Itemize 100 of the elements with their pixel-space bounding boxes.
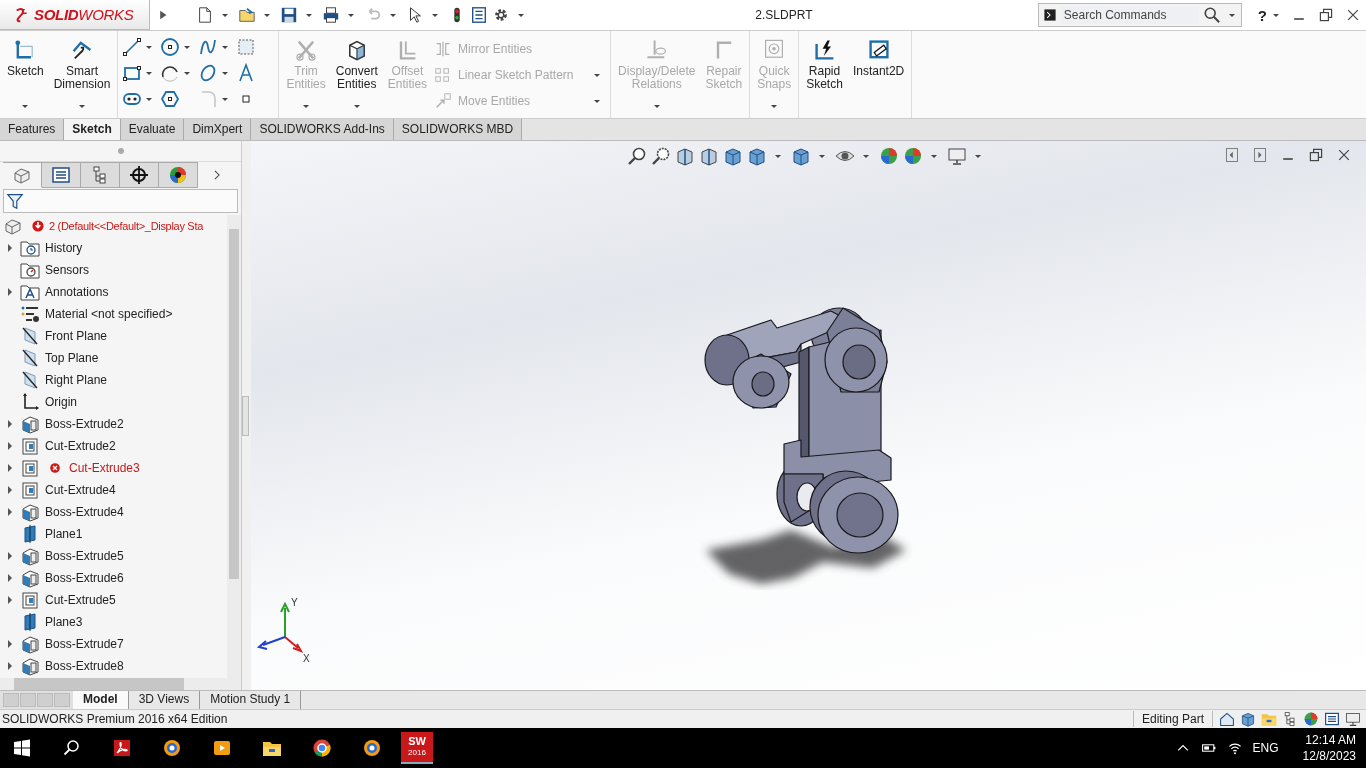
section-icon[interactable] (699, 146, 719, 166)
cube-icon[interactable] (747, 146, 767, 166)
solidworks-taskbar-button[interactable]: SW 2016 (401, 732, 433, 764)
caret-icon[interactable] (432, 13, 438, 17)
caret-icon[interactable] (775, 154, 781, 158)
tree-item[interactable]: Right Plane (45, 373, 108, 387)
sphere-icon[interactable] (903, 146, 923, 166)
chrome-icon[interactable] (312, 738, 332, 758)
tree-item[interactable]: Material <not specified> (45, 307, 173, 321)
status-icon[interactable] (1345, 711, 1361, 727)
caret-icon[interactable] (1228, 13, 1235, 17)
ribbon-button[interactable]: Instant2D (849, 34, 908, 114)
panel-tab[interactable] (159, 162, 198, 188)
search-icon[interactable] (62, 738, 82, 758)
status-icon[interactable] (1303, 711, 1319, 727)
caret-icon[interactable] (931, 154, 937, 158)
sphere-icon[interactable] (879, 146, 899, 166)
browser-icon[interactable] (362, 738, 382, 758)
tree-item[interactable]: Annotations (45, 285, 109, 299)
tree-item[interactable]: Plane3 (45, 615, 83, 629)
settings-icon[interactable] (492, 6, 510, 24)
tree-item[interactable]: History (45, 241, 83, 255)
tree-item[interactable]: Boss-Extrude8 (45, 659, 124, 673)
tree-item[interactable]: Boss-Extrude5 (45, 549, 124, 563)
vertical-scrollbar[interactable] (227, 215, 241, 678)
close-icon[interactable] (1345, 7, 1361, 23)
expand-arrow-icon[interactable] (8, 508, 12, 516)
tree-item[interactable]: Boss-Extrude7 (45, 637, 124, 651)
windows-icon[interactable] (12, 738, 32, 758)
status-icon[interactable] (1240, 711, 1256, 727)
restore-icon[interactable] (1308, 147, 1324, 163)
monitor-icon[interactable] (947, 146, 967, 166)
help-button[interactable]: ? (1251, 6, 1269, 24)
tree-item[interactable]: Cut-Extrude4 (45, 483, 116, 497)
restore-icon[interactable] (1318, 7, 1334, 23)
tree-item[interactable]: Top Plane (45, 351, 99, 365)
expand-arrow-icon[interactable] (8, 552, 12, 560)
splitter-handle[interactable] (242, 395, 249, 436)
ribbon-button[interactable]: Smart Dimension (50, 34, 114, 114)
ribbon-button[interactable]: Convert Entities (332, 34, 381, 114)
language-indicator[interactable]: ENG (1252, 741, 1279, 755)
command-tab[interactable]: SOLIDWORKS Add-Ins (251, 119, 394, 140)
panel-left-icon[interactable] (1224, 147, 1240, 163)
file-icon[interactable] (196, 6, 214, 24)
expand-arrow-icon[interactable] (8, 486, 12, 494)
status-icon[interactable] (1324, 711, 1340, 727)
status-icon[interactable] (1282, 711, 1298, 727)
search-icon[interactable] (1202, 6, 1221, 24)
panel-right-icon[interactable] (1252, 147, 1268, 163)
caret-icon[interactable] (975, 154, 981, 158)
cube-icon[interactable] (723, 146, 743, 166)
tree-item[interactable]: Cut-Extrude5 (45, 593, 116, 607)
command-tab[interactable]: Evaluate (120, 119, 185, 140)
save-icon[interactable] (280, 6, 298, 24)
expand-arrow-icon[interactable] (8, 442, 12, 450)
command-tab[interactable]: SOLIDWORKS MBD (393, 119, 523, 140)
close-icon[interactable] (1336, 147, 1352, 163)
list-icon[interactable] (470, 6, 488, 24)
pdf-icon[interactable] (112, 738, 132, 758)
media-player-icon[interactable] (212, 738, 232, 758)
caret-icon[interactable] (518, 13, 524, 17)
horizontal-scrollbar[interactable] (0, 678, 241, 690)
expand-arrow-icon[interactable] (8, 640, 12, 648)
caret-icon[interactable] (222, 13, 228, 17)
expand-arrow-icon[interactable] (8, 288, 12, 296)
printer-icon[interactable] (322, 6, 340, 24)
filter-field[interactable] (3, 189, 238, 213)
tree-item[interactable]: Front Plane (45, 329, 108, 343)
tree-item[interactable]: Cut-Extrude3 (69, 461, 140, 475)
ribbon-button[interactable]: Rapid Sketch (803, 34, 846, 114)
command-tab[interactable]: DimXpert (184, 119, 252, 140)
caret-icon[interactable] (863, 154, 869, 158)
section-icon[interactable] (675, 146, 695, 166)
tree-item[interactable]: Sensors (45, 263, 90, 277)
tree-item[interactable]: 2 (Default<<Default>_Display Sta (49, 220, 203, 232)
tree-item[interactable]: Boss-Extrude4 (45, 505, 124, 519)
expand-arrow-icon[interactable] (8, 420, 12, 428)
tree-item[interactable]: Boss-Extrude6 (45, 571, 124, 585)
expand-arrow-icon[interactable] (8, 464, 12, 472)
expand-arrow-icon[interactable] (8, 244, 12, 252)
command-tab[interactable]: Features (0, 119, 65, 140)
cube-icon[interactable] (791, 146, 811, 166)
panel-tab[interactable] (120, 162, 159, 188)
tree-item[interactable]: Origin (45, 395, 77, 409)
status-icon[interactable] (1261, 711, 1277, 727)
command-tab[interactable]: Sketch (64, 119, 121, 140)
expand-arrow-icon[interactable] (8, 574, 12, 582)
caret-icon[interactable] (264, 13, 270, 17)
caret-icon[interactable] (1273, 13, 1279, 17)
caret-icon[interactable] (306, 13, 312, 17)
caret-icon[interactable] (390, 13, 396, 17)
app-logo[interactable]: SOLIDWORKS (0, 0, 150, 30)
zoom-icon[interactable] (651, 146, 671, 166)
browser-icon[interactable] (162, 738, 182, 758)
grip-dot[interactable] (117, 148, 124, 154)
tree-item[interactable]: Boss-Extrude2 (45, 417, 124, 431)
expand-arrow-icon[interactable] (8, 596, 12, 604)
bottom-tab[interactable]: Model (73, 691, 129, 709)
search-field[interactable]: Search Commands (1037, 3, 1242, 27)
ribbon-button[interactable]: Sketch (4, 34, 47, 114)
